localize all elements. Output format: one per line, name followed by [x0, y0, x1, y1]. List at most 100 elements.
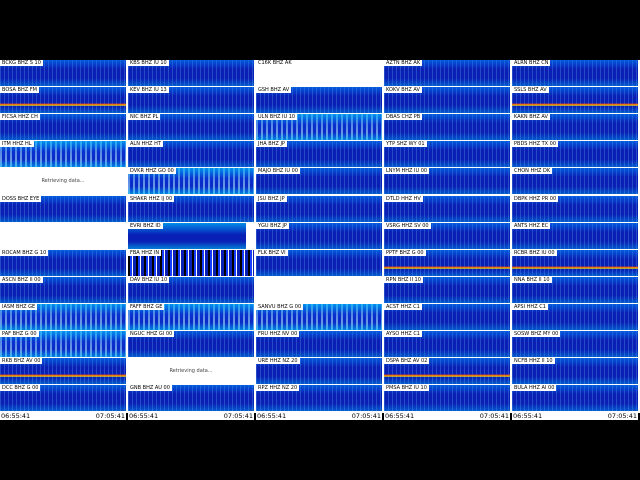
spectrogram-tile[interactable]: PAF BHZ G 00: [0, 331, 126, 357]
spectrogram-tile[interactable]: FRU HHZ NV 00: [256, 331, 382, 357]
spectrogram-tile[interactable]: MAJO BHZ IU 00: [256, 168, 382, 195]
station-label: AZTN BHZ AK: [384, 60, 423, 66]
spectrogram-tile[interactable]: FLK BHZ VI: [256, 249, 382, 276]
station-label: BOSA BHZ FM: [0, 87, 39, 94]
spectrogram-tile[interactable]: VSRG HHZ SV 00: [384, 222, 510, 249]
spectrogram-tile[interactable]: RPN BHZ II 10: [384, 276, 510, 303]
station-label: FLK BHZ VI: [256, 249, 288, 256]
spectrogram-tile[interactable]: ALN HHZ HT: [128, 141, 254, 168]
spectrogram-tile[interactable]: KBS BHZ IU 10: [128, 60, 254, 86]
station-label: ALN HHZ HT: [128, 141, 163, 148]
station-label: PBDS HHZ TX 00: [512, 141, 559, 148]
spectrogram-tile[interactable]: APSI HHZ C1: [512, 303, 638, 330]
spectrogram-tile[interactable]: SHAKR HHZ IJ 00: [128, 195, 254, 222]
spectrogram-tile[interactable]: EVRI BHZ ID: [128, 222, 246, 249]
station-label: RPN BHZ II 10: [384, 276, 423, 283]
station-label: GSH BHZ AV: [256, 87, 292, 94]
start-time: 06:55:41: [513, 412, 543, 420]
station-label: SANVU BHZ G 00: [256, 303, 304, 310]
spectrogram-tile[interactable]: JHA BHZ JP: [256, 141, 382, 168]
spectrogram-tile[interactable]: SANVU BHZ G 00: [256, 303, 382, 330]
spectrogram-tile[interactable]: KOKV BHZ AV: [384, 87, 510, 114]
spectrogram-tile[interactable]: PMSA BHZ IU 10: [384, 385, 510, 412]
spectrogram-tile[interactable]: [256, 276, 382, 303]
station-label: IASM BHZ GE: [0, 303, 38, 310]
spectrogram-tile[interactable]: DBAS CHZ PB: [384, 114, 510, 141]
spectrogram-tile[interactable]: ITM HHZ HL: [0, 141, 126, 168]
spectrogram-tile[interactable]: RPZ HHZ NZ 20: [256, 385, 382, 412]
station-label: DOSS BHZ EYE: [0, 195, 42, 202]
spectrogram-tile[interactable]: LNYM HHZ IU 00: [384, 168, 510, 195]
spectrogram-tile[interactable]: IASM BHZ GE: [0, 303, 126, 330]
spectrogram-tile[interactable]: JSU BHZ JP: [256, 195, 382, 222]
spectrogram-tile[interactable]: [0, 222, 126, 249]
spectrogram-tile[interactable]: YGU BHZ JP: [256, 222, 382, 249]
spectrogram-tile[interactable]: DAV BHZ IU 10: [128, 276, 254, 303]
spectrogram-tile[interactable]: NNA BHZ II 10: [512, 276, 638, 303]
station-label: FBA HHZ IN: [128, 249, 162, 256]
station-label: DSPA BHZ AV 02: [384, 358, 430, 365]
station-label: C16K BHZ AK: [256, 60, 294, 66]
station-label: DAV BHZ IU 10: [128, 276, 170, 283]
spectrogram-tile[interactable]: DBPK HHZ PR 00: [512, 195, 638, 222]
station-label: DCC BHZ G 00: [0, 385, 41, 392]
spectrogram-tile[interactable]: SSLS BHZ AV: [512, 87, 638, 114]
spectrogram-tile[interactable]: DOSS BHZ EYE: [0, 195, 126, 222]
spectrogram-tile[interactable]: NGUC HHZ GI 00: [128, 331, 254, 357]
spectrogram-tile[interactable]: DCC BHZ G 00: [0, 385, 126, 412]
spectrogram-tile[interactable]: ASCN BHZ II 00: [0, 276, 126, 303]
spectrogram-tile[interactable]: ACST HHZ C1: [384, 303, 510, 330]
station-label: JSU BHZ JP: [256, 195, 287, 202]
spectrogram-tile[interactable]: ANTS HHZ EC: [512, 222, 638, 249]
spectrogram-tile[interactable]: ULN BHZ IU 10: [256, 114, 382, 141]
spectrogram-tile[interactable]: GSH BHZ AV: [256, 87, 382, 114]
station-label: FICSA HHZ CH: [0, 114, 40, 121]
station-label: PPTF BHZ G 00: [384, 249, 426, 256]
time-axis: 06:55:41 07:05:41: [0, 413, 126, 420]
spectrogram-tile[interactable]: GNB BHZ AU 00: [128, 385, 254, 412]
spectrogram-tile[interactable]: YTP SHZ WY 01: [384, 141, 510, 168]
station-column: C16K BHZ AK GSH BHZ AV ULN BHZ IU 10 JHA BH…: [256, 60, 382, 413]
station-label: KEV BHZ IU 13: [128, 87, 169, 94]
spectrogram-tile[interactable]: BOSA BHZ FM: [0, 87, 126, 114]
station-label: ULN BHZ IU 10: [256, 114, 298, 121]
retrieving-message: Retrieving data...: [169, 368, 213, 375]
spectrogram-tile[interactable]: RKB BHZ AV 00: [0, 358, 126, 385]
station-label: DTLD HHZ HV: [384, 195, 423, 202]
end-time: 07:05:41: [223, 412, 253, 420]
spectrogram-tile[interactable]: ALRN BHZ CN: [512, 60, 638, 86]
spectrogram-tile[interactable]: ROCAM BHZ G 10: [0, 249, 126, 276]
spectrogram-tile[interactable]: FICSA HHZ CH: [0, 114, 126, 141]
station-label: YGU BHZ JP: [256, 222, 289, 229]
spectrogram-tile[interactable]: PPTF BHZ G 00: [384, 249, 510, 276]
spectrogram-tile[interactable]: SOSW BHZ MY 00: [512, 331, 638, 357]
spectrogram-tile[interactable]: CHON HHZ DK: [512, 168, 638, 195]
spectrogram-tile[interactable]: Retrieving data...: [0, 168, 126, 195]
spectrogram-tile[interactable]: DTLD HHZ HV: [384, 195, 510, 222]
spectrogram-tile[interactable]: C16K BHZ AK: [256, 60, 382, 86]
station-label: ASCN BHZ II 00: [0, 276, 43, 283]
spectrogram-tile[interactable]: AZTN BHZ AK: [384, 60, 510, 86]
spectrogram-tile[interactable]: URE HHZ NZ 20: [256, 358, 382, 385]
spectrogram-tile[interactable]: FBA HHZ IN: [128, 249, 254, 276]
start-time: 06:55:41: [385, 412, 415, 420]
station-label: YTP SHZ WY 01: [384, 141, 427, 148]
spectrogram-tile[interactable]: FAFF BHZ GE: [128, 303, 254, 330]
spectrogram-tile[interactable]: AYSO HHZ C1: [384, 331, 510, 357]
spectrogram-tile[interactable]: KEV BHZ IU 13: [128, 87, 254, 114]
station-label: VSRG HHZ SV 00: [384, 222, 431, 229]
station-label: NNA BHZ II 10: [512, 276, 552, 283]
spectrogram-tile[interactable]: BULA HHZ AI 00: [512, 385, 638, 412]
spectrogram-tile[interactable]: BCKG BHZ S 10: [0, 60, 126, 86]
spectrogram-tile[interactable]: RCBR BHZ IU 00: [512, 249, 638, 276]
spectrogram-tile[interactable]: DSPA BHZ AV 02: [384, 358, 510, 385]
spectrogram-tile[interactable]: NCFB HHZ II 10: [512, 358, 638, 385]
spectrogram-tile[interactable]: KAKN BHZ AV: [512, 114, 638, 141]
end-time: 07:05:41: [607, 412, 637, 420]
spectrogram-tile[interactable]: NIC BHZ PL: [128, 114, 254, 141]
spectrogram-tile[interactable]: DVKR HHZ GO 00: [128, 168, 254, 195]
end-time: 07:05:41: [479, 412, 509, 420]
station-label: RPZ HHZ NZ 20: [256, 385, 300, 392]
spectrogram-tile[interactable]: PBDS HHZ TX 00: [512, 141, 638, 168]
spectrogram-tile[interactable]: Retrieving data...: [128, 358, 254, 385]
